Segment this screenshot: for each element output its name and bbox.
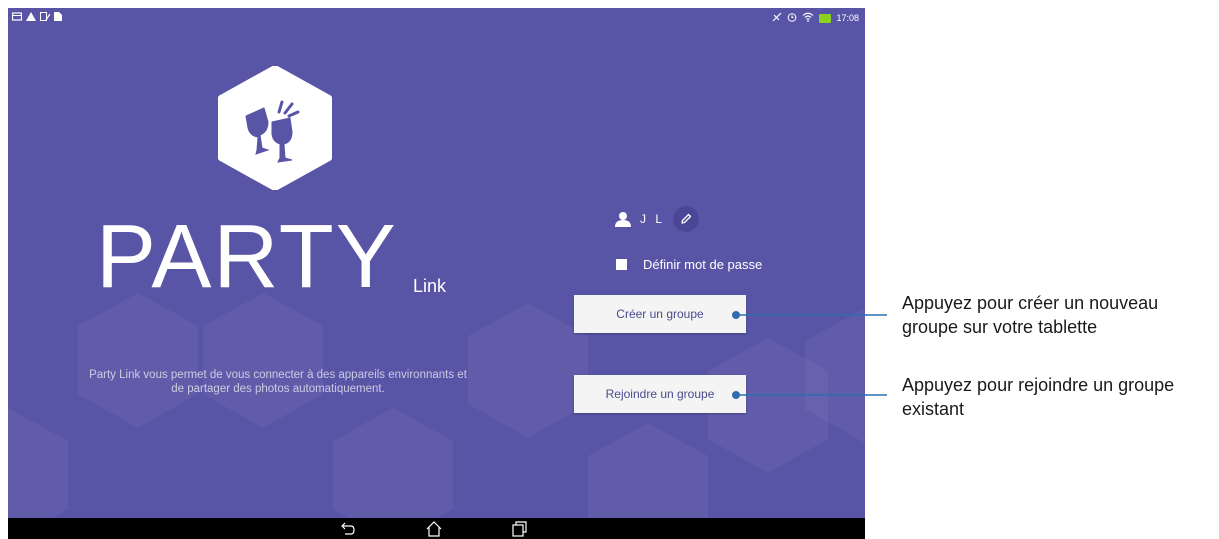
set-password-label: Définir mot de passe <box>643 257 763 272</box>
recent-apps-icon[interactable] <box>510 520 528 538</box>
no-sim-icon <box>772 12 782 24</box>
set-password-option[interactable]: Définir mot de passe <box>616 257 762 272</box>
navigation-bar <box>8 518 865 539</box>
wifi-icon <box>802 12 814 24</box>
app-description: Party Link vous permet de vous connecter… <box>89 369 467 395</box>
join-group-button[interactable]: Rejoindre un groupe <box>574 375 746 413</box>
app-subtitle: Link <box>413 276 447 296</box>
callout-join-group: Appuyez pour rejoindre un groupe existan… <box>902 375 1175 419</box>
party-link-cheers-icon <box>218 66 332 190</box>
notification-icon <box>11 12 23 23</box>
clock-time: 17:08 <box>836 13 859 23</box>
app-title: PARTY <box>96 207 398 307</box>
user-row: J L <box>615 206 700 232</box>
back-icon[interactable] <box>339 520 357 538</box>
edit-name-button[interactable] <box>673 206 700 232</box>
callout-create-group: Appuyez pour créer un nouveau groupe sur… <box>902 293 1159 337</box>
status-bar: 17:08 <box>8 8 865 28</box>
pencil-icon <box>681 213 692 224</box>
alarm-icon <box>787 12 797 24</box>
sim-icon <box>40 12 51 23</box>
home-icon[interactable] <box>425 520 443 538</box>
user-initials: J L <box>640 212 666 226</box>
tablet-screen: 17:08 PARTY Link Party Link vous permet … <box>8 8 865 539</box>
set-password-checkbox[interactable] <box>616 259 627 270</box>
file-icon <box>54 12 62 23</box>
warning-icon <box>26 12 36 23</box>
battery-charging-icon <box>819 13 832 23</box>
user-icon <box>615 211 631 227</box>
create-group-button[interactable]: Créer un groupe <box>574 295 746 333</box>
